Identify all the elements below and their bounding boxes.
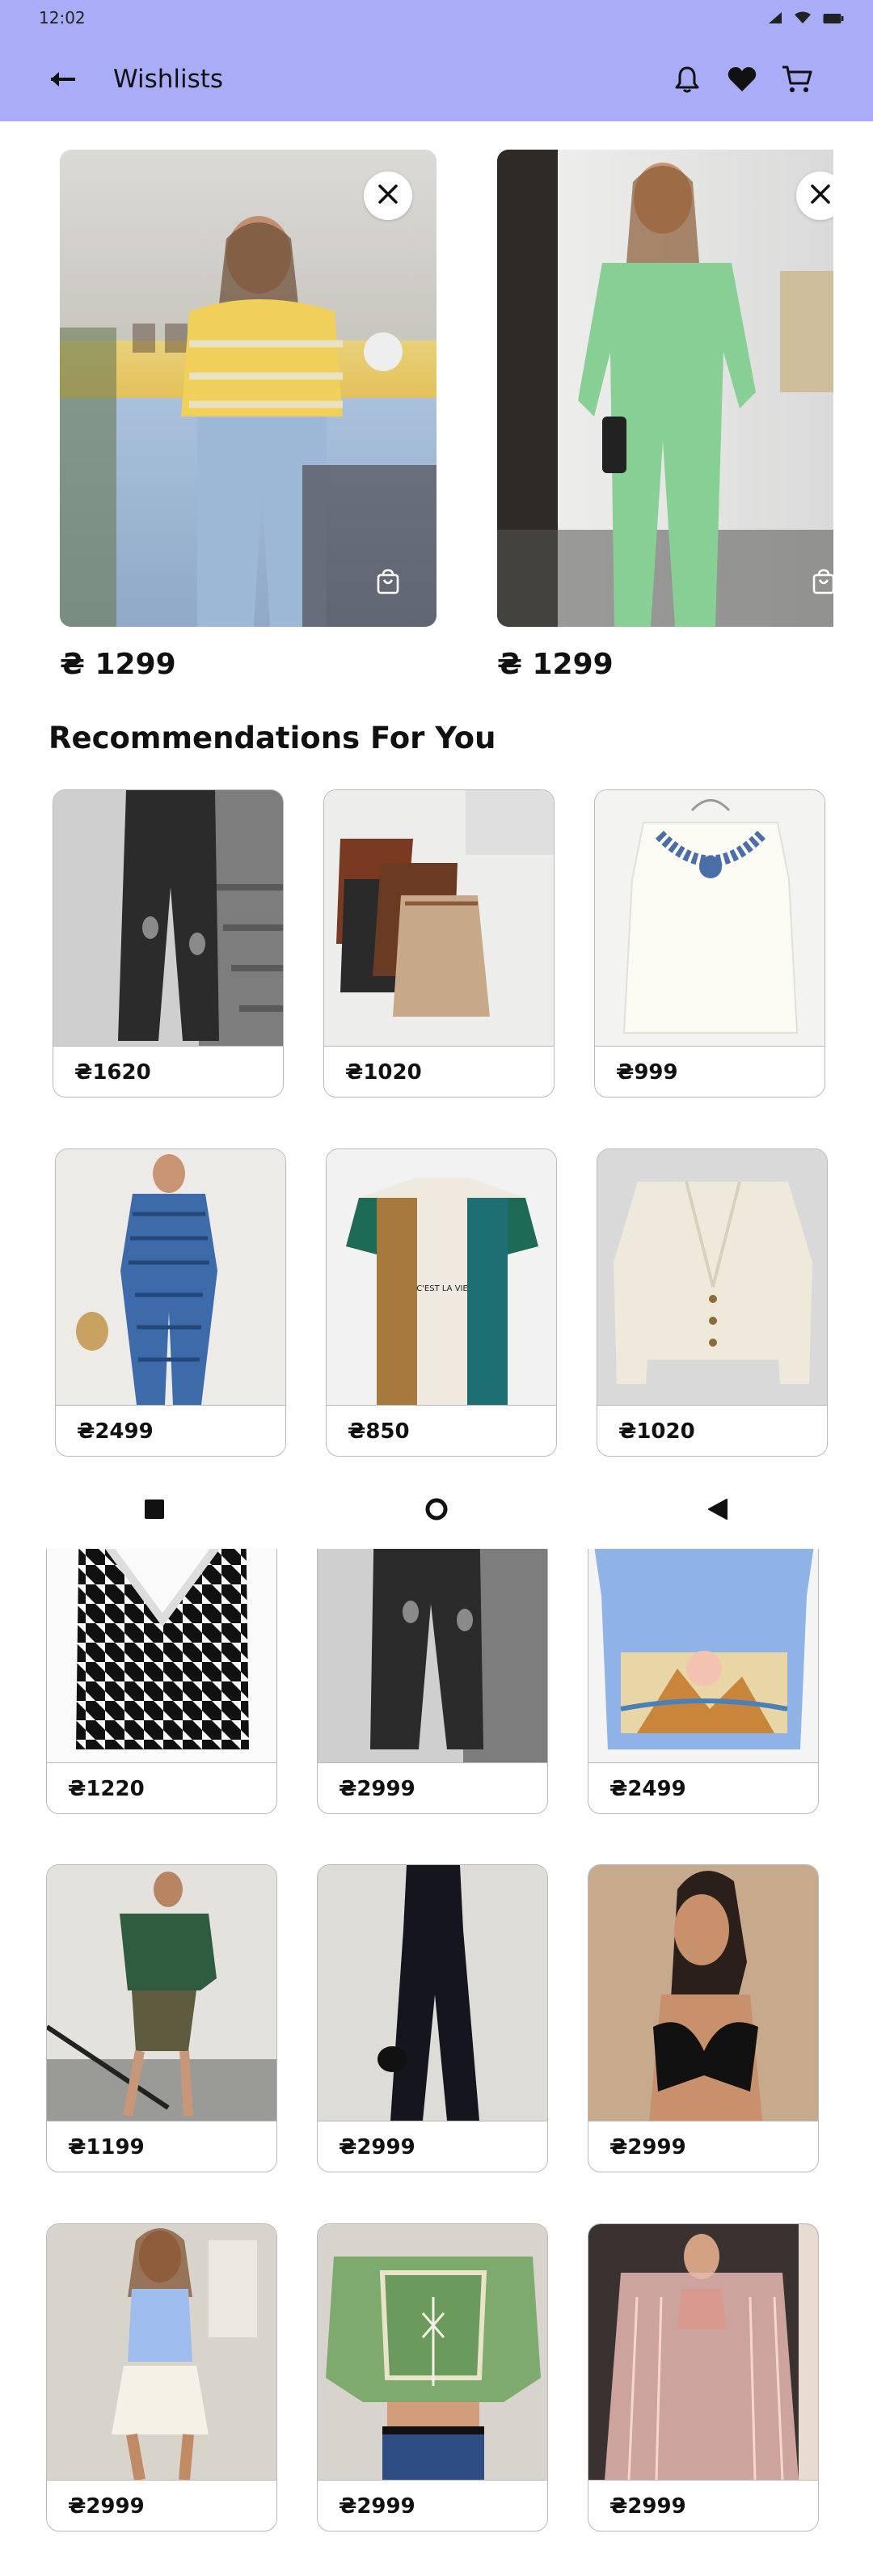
- product-price: ₴1620: [53, 1046, 283, 1097]
- add-to-cart-button[interactable]: [808, 567, 833, 599]
- svg-text:C'EST LA VIE: C'EST LA VIE: [416, 1284, 468, 1293]
- product-card[interactable]: ₴2999: [588, 1864, 819, 2172]
- product-image: [595, 790, 824, 1046]
- product-image: [47, 1865, 276, 2121]
- product-card[interactable]: ₴2999: [317, 1506, 548, 1814]
- triangle-back-icon: [707, 1498, 728, 1524]
- product-card[interactable]: ₴999: [594, 789, 825, 1098]
- product-card[interactable]: ₴1620: [53, 789, 284, 1098]
- recommendations-title: Recommendations For You: [48, 721, 496, 755]
- product-price: ₴2999: [318, 2121, 547, 2172]
- product-image: [597, 1149, 827, 1405]
- product-image: [318, 1865, 547, 2121]
- wishlist-price: ₴ 1299: [497, 648, 614, 681]
- wishlist-button[interactable]: [723, 61, 761, 100]
- product-image: [56, 1149, 285, 1405]
- product-price: ₴2999: [318, 1762, 547, 1813]
- product-price: ₴2999: [588, 2121, 818, 2172]
- product-price: ₴1199: [47, 2121, 276, 2172]
- wishlist-product-image: [497, 150, 833, 627]
- notifications-button[interactable]: [668, 61, 706, 100]
- close-icon: [377, 184, 399, 208]
- product-image: C'EST LA VIE: [327, 1149, 556, 1405]
- wishlist-price: ₴ 1299: [60, 648, 176, 681]
- system-back-button[interactable]: [700, 1493, 736, 1529]
- wishlist-card[interactable]: ₴ 1299: [60, 150, 436, 681]
- cart-button[interactable]: [778, 61, 816, 100]
- product-price: ₴2499: [588, 1762, 818, 1813]
- product-card[interactable]: ₴2999: [588, 2223, 819, 2532]
- signal-icon: [768, 11, 782, 27]
- system-navigation-bar: [0, 1472, 873, 1549]
- bell-icon: [675, 66, 699, 96]
- product-price: ₴850: [327, 1405, 556, 1456]
- product-card[interactable]: C'EST LA VIE ₴850: [326, 1148, 557, 1457]
- product-image: [324, 790, 554, 1046]
- product-price: ₴999: [595, 1046, 824, 1097]
- wishlist-product-image: [60, 150, 436, 627]
- circle-icon: [425, 1498, 448, 1524]
- product-price: ₴2999: [588, 2480, 818, 2531]
- product-price: ₴2999: [318, 2480, 547, 2531]
- cart-icon: [782, 65, 812, 97]
- remove-from-wishlist-button[interactable]: [364, 171, 412, 220]
- product-price: ₴1220: [47, 1762, 276, 1813]
- product-price: ₴1020: [597, 1405, 827, 1456]
- arrow-left-icon: [49, 70, 77, 91]
- battery-icon: [823, 12, 844, 27]
- status-time: 12:02: [39, 8, 86, 27]
- header-actions: [668, 61, 816, 100]
- shopping-bag-icon: [811, 569, 833, 598]
- back-button[interactable]: [45, 63, 81, 99]
- square-icon: [144, 1499, 165, 1523]
- status-bar: 12:02: [0, 0, 873, 42]
- wishlist-card[interactable]: ₴ 1299: [497, 150, 873, 681]
- product-price: ₴2499: [56, 1405, 285, 1456]
- product-card[interactable]: ₴2499: [588, 1506, 819, 1814]
- product-card[interactable]: ₴2999: [317, 2223, 548, 2532]
- add-to-cart-button[interactable]: [372, 567, 404, 599]
- product-card[interactable]: ₴2999: [46, 2223, 277, 2532]
- page-title: Wishlists: [113, 65, 224, 94]
- product-image: [588, 2224, 818, 2480]
- wifi-icon: [794, 11, 812, 27]
- product-card[interactable]: ₴1020: [323, 789, 555, 1098]
- product-image: [318, 2224, 547, 2480]
- product-price: ₴2999: [47, 2480, 276, 2531]
- app-bar: Wishlists: [0, 42, 873, 121]
- product-card[interactable]: ₴1020: [597, 1148, 828, 1457]
- shopping-bag-icon: [375, 569, 401, 598]
- product-card[interactable]: ₴1199: [46, 1864, 277, 2172]
- product-card[interactable]: ₴2499: [55, 1148, 286, 1457]
- status-icons: [768, 11, 844, 27]
- close-icon: [810, 184, 831, 208]
- product-image: [47, 2224, 276, 2480]
- home-button[interactable]: [419, 1493, 454, 1529]
- heart-icon: [728, 66, 757, 95]
- recents-button[interactable]: [137, 1493, 172, 1529]
- product-image: [588, 1865, 818, 2121]
- product-price: ₴1020: [324, 1046, 554, 1097]
- product-card[interactable]: ₴2999: [317, 1864, 548, 2172]
- product-image: [53, 790, 283, 1046]
- product-card[interactable]: ₴1220: [46, 1506, 277, 1814]
